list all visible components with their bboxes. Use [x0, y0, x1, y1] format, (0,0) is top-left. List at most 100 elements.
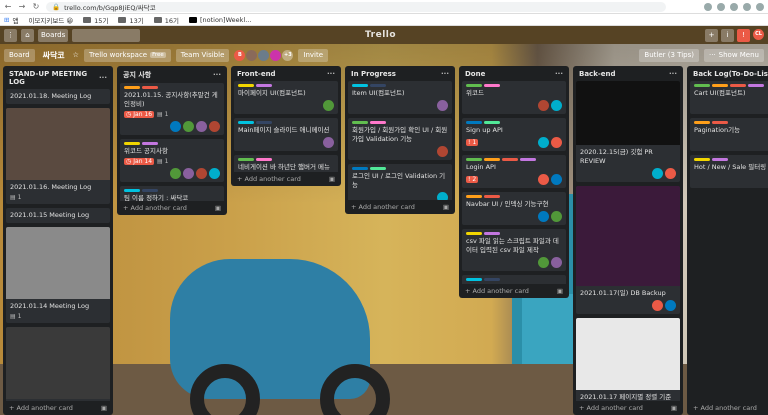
board-view-button[interactable]: Board	[4, 48, 35, 62]
add-card-button[interactable]: + Add another card▣	[345, 200, 455, 214]
home-icon[interactable]: ⌂	[21, 28, 34, 42]
list-title[interactable]: Back Log(To-Do-List)	[693, 70, 768, 78]
card[interactable]: Item UI(컴포넌트)	[348, 81, 452, 114]
avatar[interactable]	[437, 146, 448, 157]
invite-button[interactable]: Invite	[298, 48, 329, 62]
card[interactable]: 2021.01.17(일) DB Backup	[576, 186, 680, 314]
list-title[interactable]: Front-end	[237, 70, 276, 78]
list-menu-icon[interactable]: ···	[327, 70, 335, 78]
avatar[interactable]	[209, 121, 220, 132]
template-icon[interactable]: ▣	[671, 404, 677, 412]
avatar[interactable]	[538, 100, 549, 111]
list-header[interactable]: 공지 사항 ···	[117, 66, 227, 83]
add-card-button[interactable]: + Add another card▣	[459, 284, 569, 298]
avatar[interactable]	[323, 100, 334, 111]
template-icon[interactable]: ▣	[557, 287, 563, 295]
avatar[interactable]	[170, 121, 181, 132]
show-menu-button[interactable]: ··· Show Menu	[703, 48, 764, 62]
bookmark-item[interactable]: [notion]Weekl...	[188, 16, 251, 24]
avatar[interactable]	[437, 100, 448, 111]
template-icon[interactable]: ▣	[329, 175, 335, 183]
bookmark-apps[interactable]: ⊞ 앱	[4, 15, 18, 25]
avatar[interactable]	[183, 121, 194, 132]
avatar[interactable]	[665, 168, 676, 179]
list-menu-icon[interactable]: ···	[99, 74, 107, 82]
avatar[interactable]	[551, 257, 562, 268]
due-date-badge[interactable]: ◷ Jan 14	[124, 158, 155, 165]
card[interactable]: Cart UI(컴포넌트)	[690, 81, 768, 114]
avatar[interactable]	[538, 257, 549, 268]
star-icon[interactable]: ☆	[73, 51, 79, 59]
avatar[interactable]	[196, 168, 207, 179]
butler-button[interactable]: Butler (3 Tips)	[639, 48, 699, 62]
card[interactable]: Login API! 2	[462, 155, 566, 188]
avatar[interactable]	[551, 100, 562, 111]
avatar[interactable]	[246, 49, 258, 61]
template-icon[interactable]: ▣	[443, 203, 449, 211]
list-title[interactable]: Done	[465, 70, 485, 78]
boards-button[interactable]: Boards	[38, 28, 69, 42]
add-card-button[interactable]: + Add another card▣	[573, 401, 683, 415]
avatar[interactable]	[270, 49, 282, 61]
workspace-button[interactable]: Trello workspace Free	[83, 48, 171, 62]
star-icon[interactable]	[704, 2, 712, 11]
avatar[interactable]	[538, 137, 549, 148]
more-members-badge[interactable]: +3	[282, 49, 294, 61]
reload-icon[interactable]: ↻	[32, 2, 40, 11]
card[interactable]	[6, 327, 110, 401]
back-icon[interactable]: ←	[4, 2, 12, 11]
profile-icon[interactable]	[743, 2, 751, 11]
list-header[interactable]: Front-end ···	[231, 66, 341, 81]
card[interactable]: Hot / New / Sale 필터링	[690, 155, 768, 188]
list-header[interactable]: In Progress ···	[345, 66, 455, 81]
list-title[interactable]: In Progress	[351, 70, 396, 78]
card[interactable]: 로그인 UI / 로그인 Validation 기능	[348, 164, 452, 200]
address-bar[interactable]: 🔒 trello.com/b/Gqp8JiEQ/싸닥코	[46, 1, 666, 12]
bookmark-folder[interactable]: 13기	[118, 15, 144, 25]
add-card-button[interactable]: + Add another card▣	[117, 201, 227, 215]
avatar[interactable]	[183, 168, 194, 179]
card[interactable]: 2021.01.14 Meeting Log ▤ 1	[6, 227, 110, 323]
card[interactable]: 2021.01.16. Meeting Log ▤ 1	[6, 108, 110, 204]
bookmark-item[interactable]: 이모지키보드 😀	[28, 15, 73, 25]
avatar[interactable]	[196, 121, 207, 132]
avatar[interactable]	[170, 168, 181, 179]
avatar[interactable]	[551, 174, 562, 185]
card[interactable]: 위코드	[462, 81, 566, 114]
card[interactable]: 2021.01.15 Meeting Log	[6, 208, 110, 223]
notification-icon[interactable]: !	[737, 28, 750, 42]
avatar[interactable]	[652, 168, 663, 179]
due-date-badge[interactable]: ◷ Jan 16	[124, 111, 155, 118]
extension-icon[interactable]	[717, 2, 725, 11]
add-card-button[interactable]: + Add another card▣	[687, 401, 768, 415]
list-header[interactable]: Back Log(To-Do-List)···	[687, 66, 768, 81]
board-name[interactable]: 싸닥코	[40, 50, 68, 61]
bookmark-folder[interactable]: 16기	[153, 15, 179, 25]
list-menu-icon[interactable]: ···	[555, 70, 563, 78]
card[interactable]: Pagination기능	[690, 118, 768, 151]
menu-icon[interactable]	[756, 2, 764, 11]
avatar[interactable]: B	[234, 49, 246, 61]
template-icon[interactable]: ▣	[215, 204, 221, 212]
card[interactable]: Main페이지 슬라이드 애니메이션	[234, 118, 338, 151]
card[interactable]: 네비게이션 바 하년단 햄버거 메뉴 변경	[234, 155, 338, 172]
card[interactable]: 2021.01.17 페이지별 정렬 기준	[576, 318, 680, 401]
info-icon[interactable]: i	[721, 28, 734, 42]
card[interactable]: csv 파일 읽는 스크립트 파일과 데이터 입력된 csv 파일 제작	[462, 229, 566, 271]
card[interactable]: 2021.01.15. 공지사항(추말건 게인정비) ◷ Jan 16 ▤ 1	[120, 83, 224, 135]
card[interactable]: 회원가입 / 회원가입 확인 UI / 회원가입 Validation 기능	[348, 118, 452, 160]
add-card-button[interactable]: + Add another card▣	[3, 401, 113, 415]
card[interactable]: 마이페이지 UI(컴포넌트)	[234, 81, 338, 114]
card[interactable]: Sign up API! 1	[462, 118, 566, 151]
list-title[interactable]: Back-end	[579, 70, 616, 78]
card[interactable]: 팀 이름 정하기 : 싸닥코▤ 1	[120, 186, 224, 201]
avatar[interactable]	[538, 211, 549, 222]
list-menu-icon[interactable]: ···	[669, 70, 677, 78]
list-menu-icon[interactable]: ···	[213, 71, 221, 79]
list-header[interactable]: Back-end ···	[573, 66, 683, 81]
list-header[interactable]: Done ···	[459, 66, 569, 81]
search-input[interactable]	[72, 28, 141, 42]
avatar[interactable]	[538, 174, 549, 185]
avatar[interactable]	[551, 137, 562, 148]
list-title[interactable]: STAND-UP MEETING LOG	[9, 70, 99, 86]
